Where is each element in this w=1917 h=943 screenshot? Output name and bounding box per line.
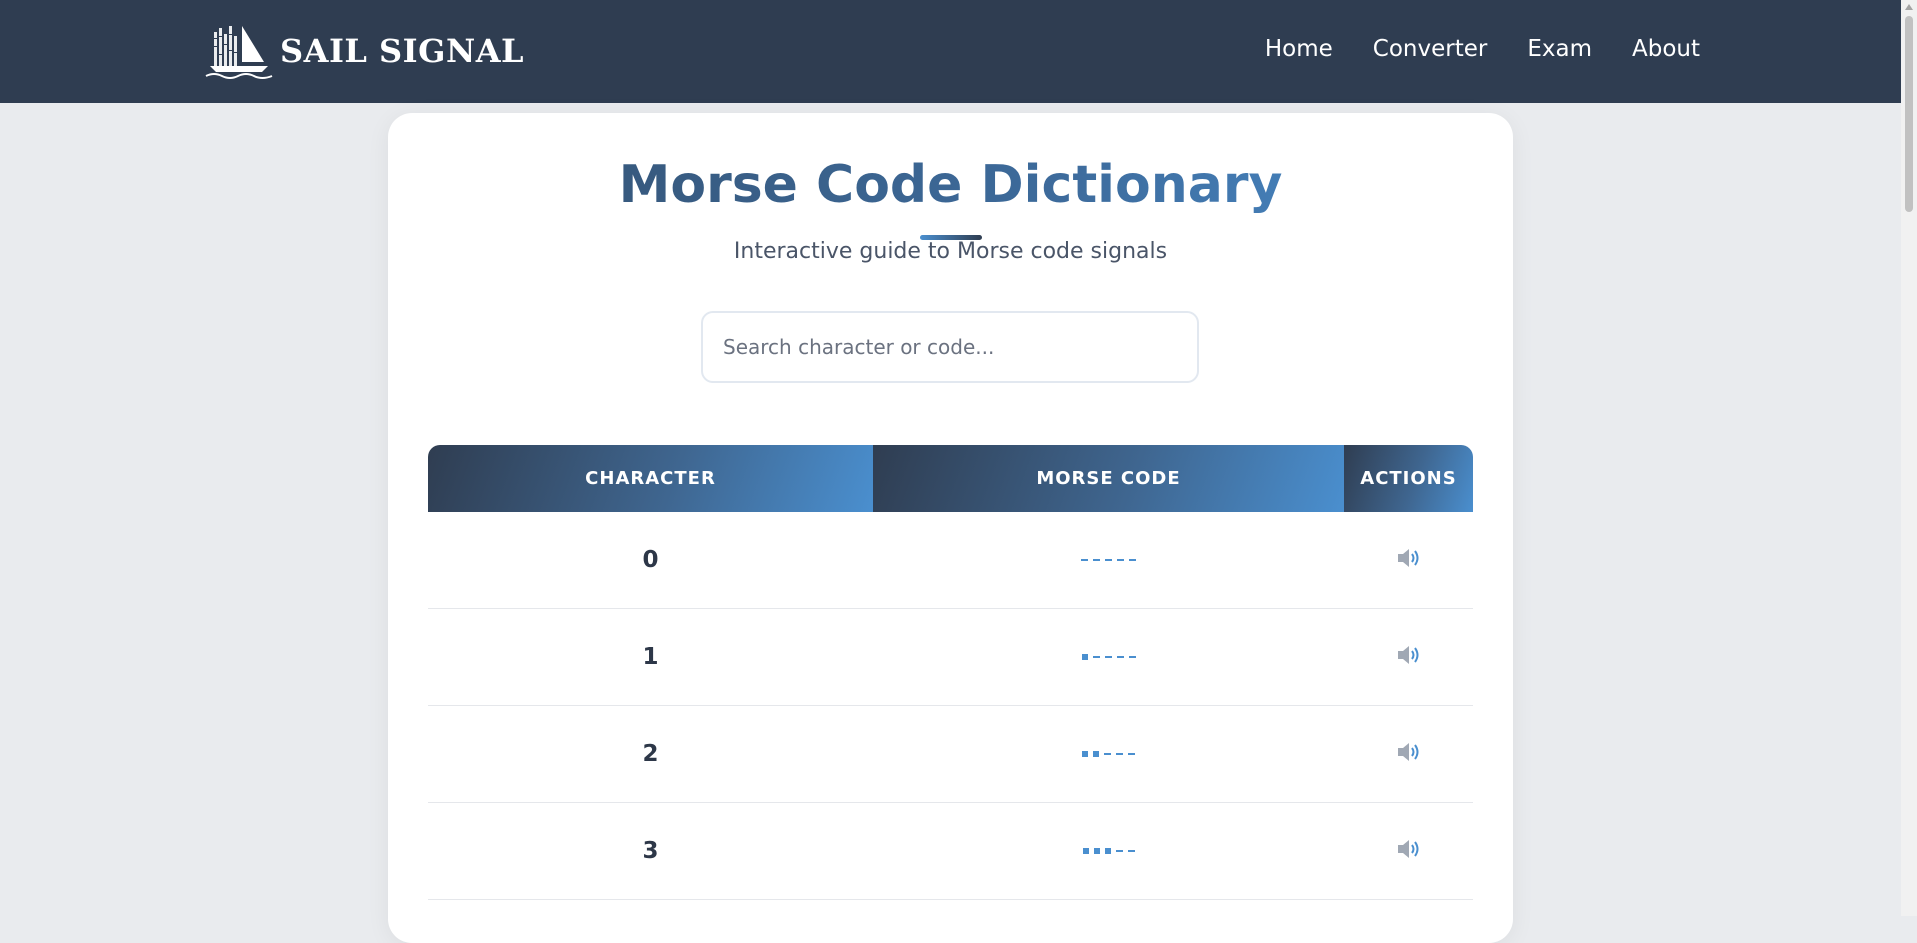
morse-dash — [1115, 850, 1123, 852]
morse-code-cell — [873, 609, 1344, 705]
play-sound-button[interactable] — [1393, 738, 1425, 770]
character-value: 3 — [642, 838, 659, 864]
character-value: 2 — [642, 741, 659, 767]
morse-code-value — [1082, 848, 1135, 854]
actions-cell — [1344, 512, 1473, 608]
morse-dash — [1104, 753, 1111, 755]
table-row: 2 — [428, 706, 1473, 803]
nav-converter-link[interactable]: Converter — [1373, 36, 1488, 62]
morse-dot — [1082, 848, 1089, 854]
table-row: 3 — [428, 803, 1473, 900]
morse-table: CHARACTER MORSE CODE ACTIONS 0 1 2 3 — [428, 445, 1473, 900]
morse-dot — [1082, 751, 1088, 757]
morse-dash — [1105, 559, 1112, 561]
nav-about-link[interactable]: About — [1632, 36, 1700, 62]
column-header-actions: ACTIONS — [1344, 445, 1473, 512]
navbar: SAIL SIGNAL Home Converter Exam About — [0, 0, 1901, 103]
morse-dash — [1117, 559, 1124, 561]
nav-home-link[interactable]: Home — [1265, 36, 1333, 62]
page-subtitle: Interactive guide to Morse code signals — [733, 239, 1168, 264]
brand-logo[interactable]: SAIL SIGNAL — [204, 22, 524, 80]
morse-dash — [1129, 559, 1136, 561]
column-header-morse-code: MORSE CODE — [873, 445, 1344, 512]
morse-code-cell — [873, 512, 1344, 608]
actions-cell — [1344, 706, 1473, 802]
morse-dash — [1093, 559, 1100, 561]
play-sound-button[interactable] — [1393, 544, 1425, 576]
character-cell: 1 — [428, 609, 873, 705]
speaker-icon — [1396, 741, 1422, 767]
nav-links: Home Converter Exam About — [1265, 36, 1700, 62]
character-value: 1 — [642, 644, 659, 670]
actions-cell — [1344, 609, 1473, 705]
dictionary-card: Morse Code Dictionary Interactive guide … — [388, 113, 1513, 943]
morse-code-cell — [873, 803, 1344, 899]
sailboat-logo-icon — [205, 26, 273, 79]
scroll-thumb[interactable] — [1905, 16, 1913, 212]
table-body: 0 1 2 3 — [428, 512, 1473, 900]
scrollbar[interactable] — [1901, 0, 1917, 916]
morse-dash — [1116, 656, 1124, 658]
search-input[interactable] — [701, 311, 1199, 383]
brand-name: SAIL SIGNAL — [280, 32, 525, 70]
morse-dash — [1127, 850, 1135, 852]
morse-dash — [1092, 656, 1100, 658]
character-cell: 2 — [428, 706, 873, 802]
table-row: 1 — [428, 609, 1473, 706]
morse-code-value — [1082, 751, 1135, 757]
character-cell: 3 — [428, 803, 873, 899]
morse-code-value — [1081, 654, 1136, 660]
actions-cell — [1344, 803, 1473, 899]
morse-dash — [1128, 753, 1135, 755]
morse-dot — [1093, 848, 1100, 854]
speaker-icon — [1396, 547, 1422, 573]
character-cell: 0 — [428, 512, 873, 608]
morse-dash — [1128, 656, 1136, 658]
column-header-character: CHARACTER — [428, 445, 873, 512]
morse-dash — [1081, 559, 1088, 561]
morse-code-cell — [873, 706, 1344, 802]
character-value: 0 — [642, 547, 659, 573]
speaker-icon — [1396, 838, 1422, 864]
page-title: Morse Code Dictionary — [388, 155, 1513, 215]
morse-dash — [1104, 656, 1112, 658]
morse-dot — [1081, 654, 1088, 660]
morse-dash — [1116, 753, 1123, 755]
play-sound-button[interactable] — [1393, 641, 1425, 673]
nav-exam-link[interactable]: Exam — [1527, 36, 1592, 62]
table-row: 0 — [428, 512, 1473, 609]
table-header: CHARACTER MORSE CODE ACTIONS — [428, 445, 1473, 512]
morse-dot — [1093, 751, 1099, 757]
speaker-icon — [1396, 644, 1422, 670]
morse-code-value — [1081, 559, 1136, 561]
play-sound-button[interactable] — [1393, 835, 1425, 867]
morse-dot — [1104, 848, 1111, 854]
scroll-up-arrow-icon[interactable] — [1905, 4, 1913, 10]
